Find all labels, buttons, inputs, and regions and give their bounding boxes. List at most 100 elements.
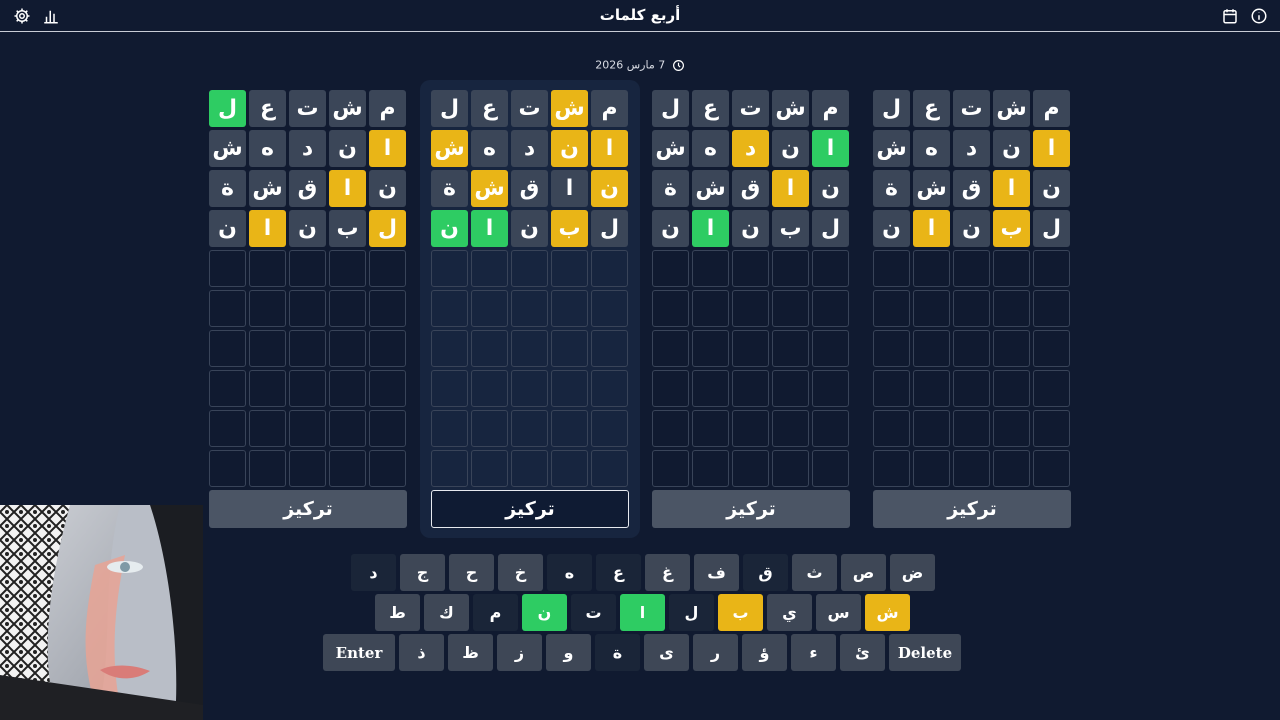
letter-key[interactable]: ب — [718, 594, 763, 631]
letter-key[interactable]: ر — [693, 634, 738, 671]
board-1-focus-button[interactable]: تركيز — [209, 490, 407, 528]
info-icon[interactable] — [1250, 7, 1268, 25]
board-3-empty-tile — [812, 410, 849, 447]
board-2-tile: ل — [431, 90, 468, 127]
board-2-empty-tile — [511, 410, 548, 447]
letter-key[interactable]: غ — [645, 554, 690, 591]
board-1-empty-tile — [209, 290, 246, 327]
letter-key[interactable]: ي — [767, 594, 812, 631]
letter-key[interactable]: ة — [595, 634, 640, 671]
letter-key[interactable]: ف — [694, 554, 739, 591]
board-2-empty-tile — [591, 330, 628, 367]
board-2-empty-tile — [551, 450, 588, 487]
board-3-empty-tile — [772, 330, 809, 367]
board-2-tile: ا — [591, 130, 628, 167]
board-3-tile: ع — [692, 90, 729, 127]
calendar-icon[interactable] — [1221, 7, 1239, 25]
board-4-tile: ا — [993, 170, 1030, 207]
board-1-empty-tile — [289, 330, 326, 367]
board-4-tile: ل — [1033, 210, 1070, 247]
letter-key[interactable]: س — [816, 594, 861, 631]
letter-key[interactable]: ث — [792, 554, 837, 591]
letter-key[interactable]: ل — [669, 594, 714, 631]
letter-key[interactable]: ز — [497, 634, 542, 671]
board-1-empty-tile — [249, 330, 286, 367]
board-3-empty-tile — [732, 330, 769, 367]
letter-key[interactable]: ش — [865, 594, 910, 631]
letter-key[interactable]: ص — [841, 554, 886, 591]
board-3-empty-tile — [652, 370, 689, 407]
letter-key[interactable]: خ — [498, 554, 543, 591]
board-1-empty-tile — [209, 450, 246, 487]
board-2-empty-tile — [471, 370, 508, 407]
letter-key[interactable]: ط — [375, 594, 420, 631]
letter-key[interactable]: ع — [596, 554, 641, 591]
letter-key[interactable]: ن — [522, 594, 567, 631]
board-3-tile: ا — [772, 170, 809, 207]
board-4-empty-tile — [913, 450, 950, 487]
board-3-tile: ش — [652, 130, 689, 167]
board-1-empty-tile — [329, 370, 366, 407]
board-4-empty-tile — [953, 370, 990, 407]
letter-key[interactable]: د — [351, 554, 396, 591]
letter-key[interactable]: ؤ — [742, 634, 787, 671]
board-1-tile: ع — [249, 90, 286, 127]
board-2-empty-tile — [591, 250, 628, 287]
board-2-focus-button[interactable]: تركيز — [431, 490, 629, 528]
board-3-empty-tile — [812, 290, 849, 327]
letter-key[interactable]: ظ — [448, 634, 493, 671]
board-2-empty-tile — [511, 330, 548, 367]
board-4-focus-button[interactable]: تركيز — [873, 490, 1071, 528]
letter-key[interactable]: ى — [644, 634, 689, 671]
board-3-tile: ن — [732, 210, 769, 247]
board-1-empty-tile — [329, 290, 366, 327]
board-3-focus-button[interactable]: تركيز — [652, 490, 850, 528]
board-4-empty-tile — [1033, 410, 1070, 447]
letter-key[interactable]: ح — [449, 554, 494, 591]
letter-key[interactable]: ا — [620, 594, 665, 631]
board-1-empty-tile — [369, 290, 406, 327]
board-4-empty-tile — [873, 250, 910, 287]
board-3-tile: ت — [732, 90, 769, 127]
board-4-empty-tile — [873, 370, 910, 407]
top-bar: أربع كلمات — [0, 0, 1280, 32]
board-1-empty-tile — [369, 450, 406, 487]
letter-key[interactable]: ء — [791, 634, 836, 671]
board-2-empty-tile — [431, 450, 468, 487]
board-3-empty-tile — [772, 290, 809, 327]
board-4-empty-tile — [873, 330, 910, 367]
board-1-empty-tile — [209, 410, 246, 447]
board-2-tile: ن — [591, 170, 628, 207]
letter-key[interactable]: ج — [400, 554, 445, 591]
board-4-empty-tile — [953, 290, 990, 327]
date-text: 7 مارس 2026 — [595, 58, 666, 72]
letter-key[interactable]: ه — [547, 554, 592, 591]
board-2-empty-tile — [551, 370, 588, 407]
board-1-empty-tile — [369, 250, 406, 287]
letter-key[interactable]: ت — [571, 594, 616, 631]
letter-key[interactable]: و — [546, 634, 591, 671]
letter-key[interactable]: ق — [743, 554, 788, 591]
letter-key[interactable]: ض — [890, 554, 935, 591]
board-4-tile: ن — [1033, 170, 1070, 207]
board-1-empty-tile — [249, 290, 286, 327]
board-2-empty-tile — [471, 330, 508, 367]
board-4-empty-tile — [953, 410, 990, 447]
profile-photo-image — [0, 505, 203, 720]
board-2-empty-tile — [431, 330, 468, 367]
clock-icon — [672, 59, 684, 71]
board-4-empty-tile — [993, 370, 1030, 407]
board-1-empty-tile — [369, 330, 406, 367]
letter-key[interactable]: ئ — [840, 634, 885, 671]
delete-key[interactable]: Delete — [889, 634, 961, 671]
board-4-tile: ع — [913, 90, 950, 127]
board-3-empty-tile — [732, 450, 769, 487]
letter-key[interactable]: ك — [424, 594, 469, 631]
letter-key[interactable]: م — [473, 594, 518, 631]
board-1-empty-tile — [329, 250, 366, 287]
board-2-tile: ش — [471, 170, 508, 207]
enter-key[interactable]: Enter — [323, 634, 395, 671]
board-3-tile: ش — [692, 170, 729, 207]
board-1-empty-tile — [209, 250, 246, 287]
letter-key[interactable]: ذ — [399, 634, 444, 671]
